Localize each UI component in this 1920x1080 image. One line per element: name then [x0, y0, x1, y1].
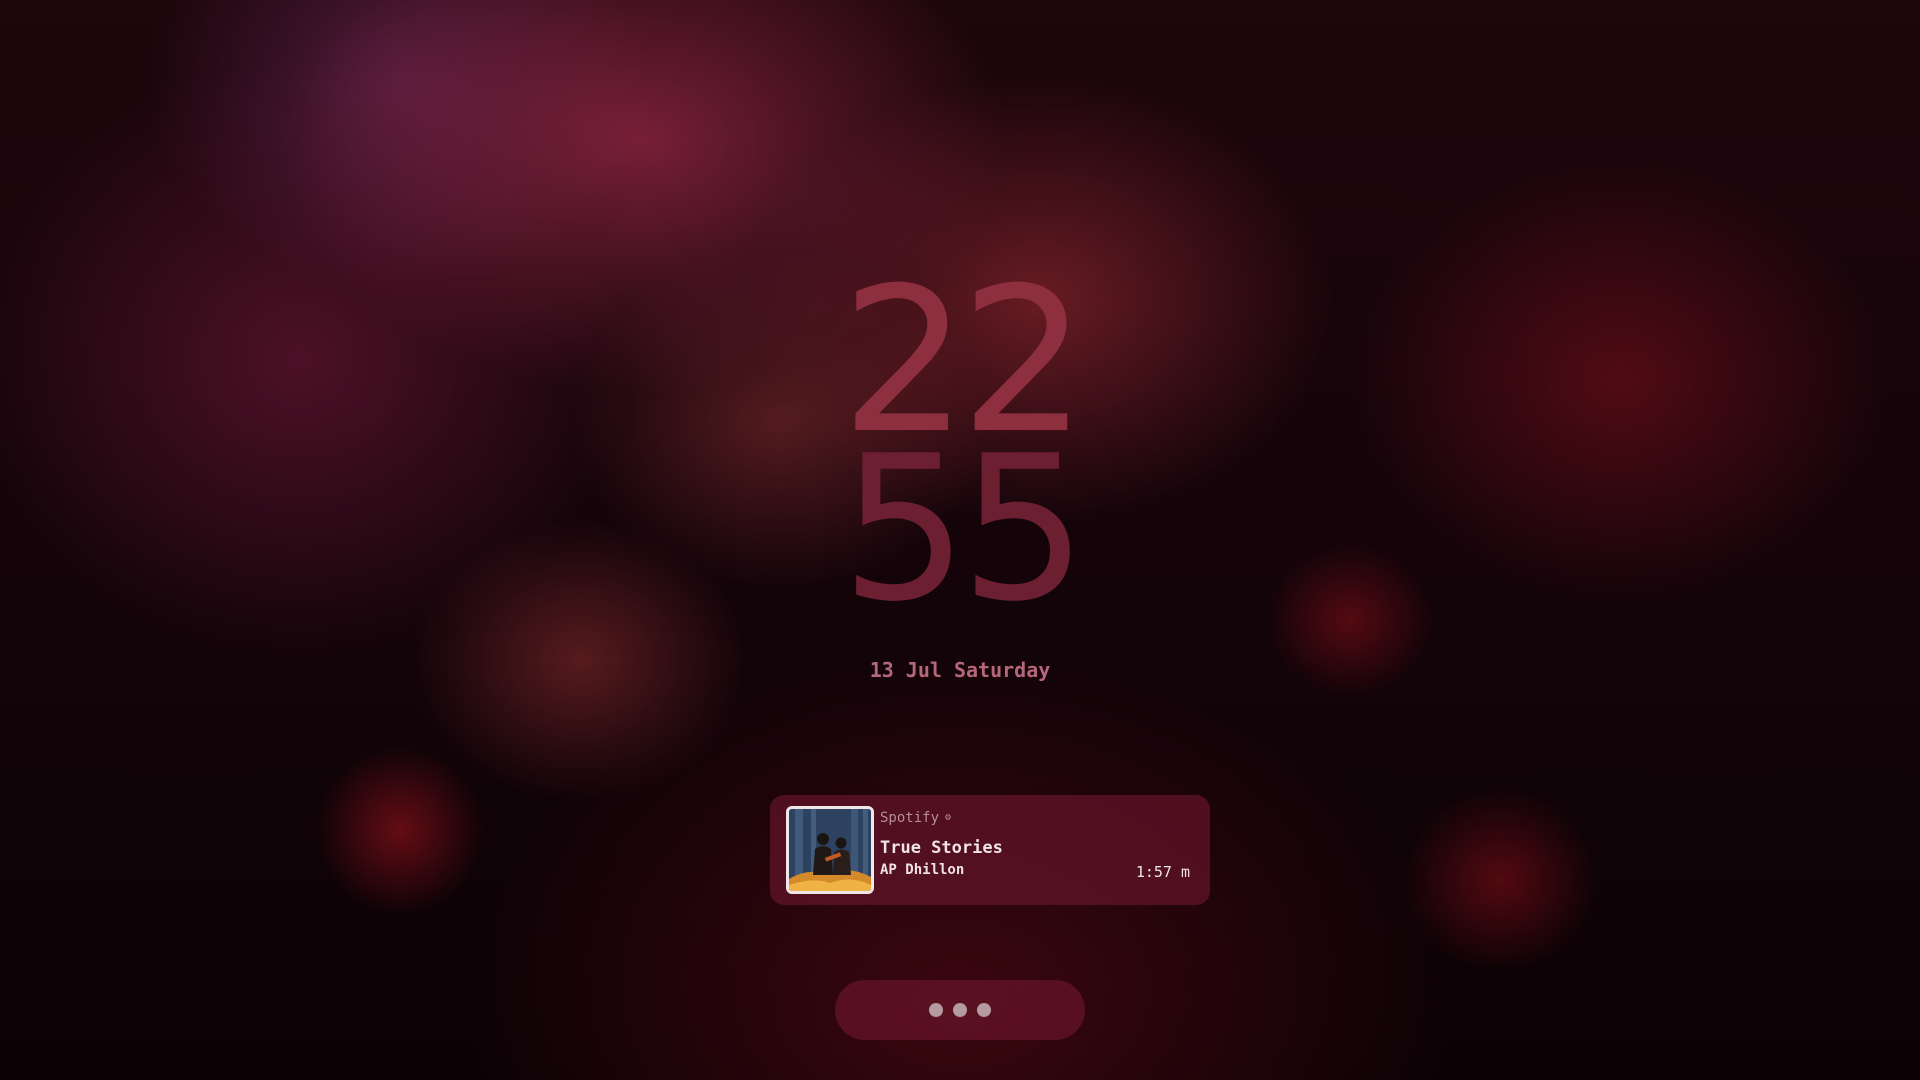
spotify-icon: ⚙ — [945, 812, 952, 823]
more-options-button[interactable] — [835, 980, 1085, 1040]
track-title: True Stories — [880, 838, 1003, 858]
media-source-label: Spotify — [880, 810, 940, 826]
dot-icon — [929, 1003, 943, 1017]
clock-minute: 55 — [840, 413, 1088, 646]
album-art[interactable] — [786, 806, 874, 894]
album-art-image — [789, 809, 871, 891]
track-artist: AP Dhillon — [880, 862, 965, 878]
dot-icon — [977, 1003, 991, 1017]
track-time: 1:57 m — [1135, 863, 1190, 881]
media-player-card[interactable]: Spotify ⚙ True Stories AP Dhillon 1:57 m — [770, 795, 1210, 905]
dot-icon — [953, 1003, 967, 1017]
lockscreen: 22 55 13 Jul Saturday Spotify⚙ True Sto — [0, 0, 1920, 1080]
date-label: 13 Jul Saturday — [869, 658, 1051, 682]
media-source: Spotify ⚙ — [880, 809, 951, 827]
